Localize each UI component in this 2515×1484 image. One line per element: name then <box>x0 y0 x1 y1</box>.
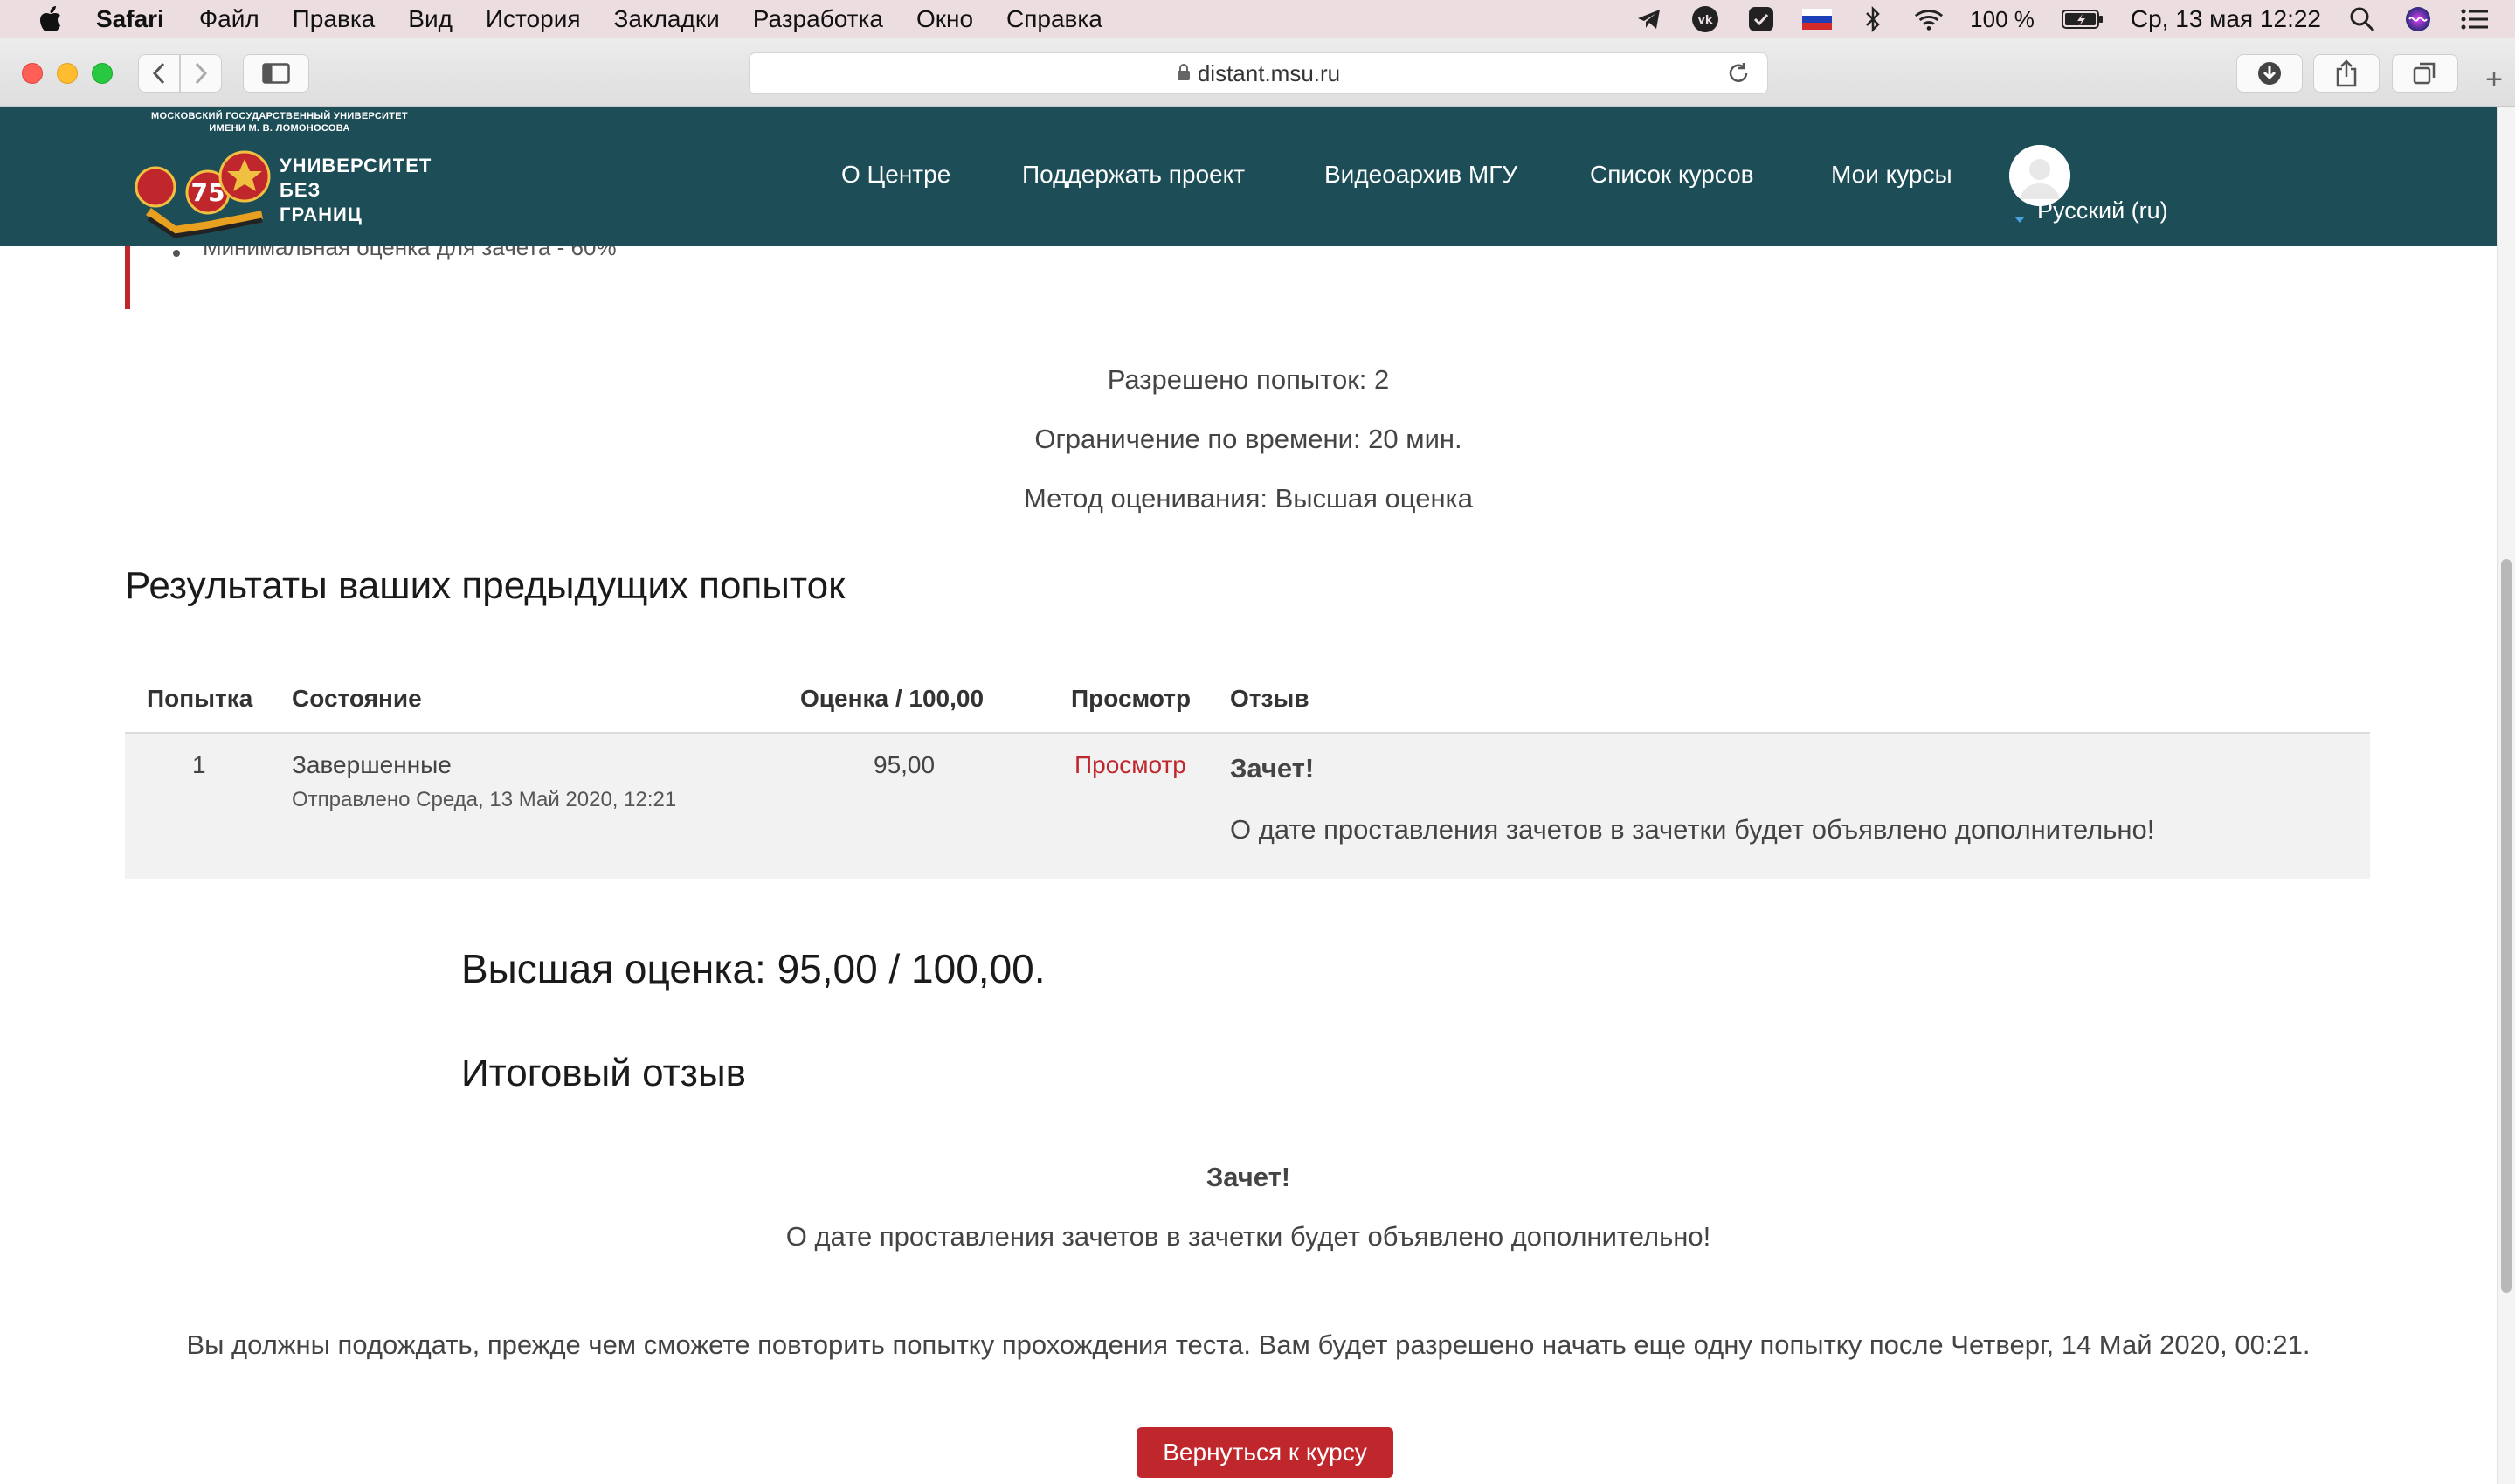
row-feedback-text: О дате проставления зачетов в зачетки бу… <box>1230 814 2155 845</box>
download-icon <box>2258 62 2281 85</box>
site-logo[interactable]: МОСКОВСКИЙ ГОСУДАРСТВЕННЫЙ УНИВЕРСИТЕТ И… <box>131 107 463 246</box>
overall-feedback-title: Зачет! <box>1206 1162 1291 1192</box>
sidebar-icon <box>262 63 290 84</box>
reload-icon[interactable] <box>1727 62 1750 91</box>
menu-develop[interactable]: Разработка <box>753 5 883 33</box>
battery-percent: 100 % <box>1970 5 2035 32</box>
language-selector[interactable]: Русский (ru) <box>2037 197 2168 224</box>
nav-video-archive[interactable]: Видеоархив МГУ <box>1324 161 1517 189</box>
page-scrollbar-thumb[interactable] <box>2501 559 2512 1293</box>
col-feedback: Отзыв <box>1230 685 1309 712</box>
back-button[interactable] <box>138 54 180 93</box>
menu-window[interactable]: Окно <box>916 5 973 33</box>
menubar-app-name[interactable]: Safari <box>96 5 164 33</box>
overall-feedback-heading: Итоговый отзыв <box>461 1052 746 1094</box>
nav-my-courses[interactable]: Мои курсы <box>1831 161 1952 189</box>
tabs-icon <box>2413 62 2436 85</box>
language-caret-icon[interactable] <box>2014 217 2025 223</box>
wait-notice: Вы должны подождать, прежде чем сможете … <box>186 1329 2311 1360</box>
col-state: Состояние <box>292 685 422 712</box>
logo-title-line-2: БЕЗ <box>280 179 321 201</box>
col-attempt: Попытка <box>147 685 253 712</box>
menu-help[interactable]: Справка <box>1006 5 1102 33</box>
share-icon <box>2336 59 2357 87</box>
wifi-icon[interactable] <box>1914 4 1944 34</box>
window-zoom-button[interactable] <box>92 63 113 84</box>
address-bar[interactable]: distant.msu.ru <box>749 52 1768 94</box>
vk-icon[interactable]: vk <box>1690 4 1720 34</box>
address-url: distant.msu.ru <box>1197 59 1341 86</box>
russian-flag-icon[interactable] <box>1802 4 1833 34</box>
attempts-allowed: Разрешено попыток: 2 <box>1107 364 1390 395</box>
info-box-accent <box>125 246 130 309</box>
nav-course-list[interactable]: Список курсов <box>1590 161 1754 189</box>
back-to-course-button[interactable]: Вернуться к курсу <box>1137 1427 1393 1478</box>
bluetooth-icon[interactable] <box>1858 4 1888 34</box>
logo-badges-icon: 75 <box>135 150 271 238</box>
logo-university-name: МОСКОВСКИЙ ГОСУДАРСТВЕННЫЙ УНИВЕРСИТЕТ И… <box>151 111 408 134</box>
svg-text:vk: vk <box>1698 14 1713 27</box>
min-grade-text: Минимальная оценка для зачета - 60% <box>203 246 617 260</box>
row-grade: 95,00 <box>874 751 936 778</box>
list-bullet <box>173 250 180 257</box>
share-button[interactable] <box>2313 54 2380 93</box>
time-limit: Ограничение по времени: 20 мин. <box>1034 424 1462 454</box>
chevron-right-icon <box>195 62 208 85</box>
nav-support-project[interactable]: Поддержать проект <box>1022 161 1245 189</box>
chevron-left-icon <box>152 62 165 85</box>
site-header: МОСКОВСКИЙ ГОСУДАРСТВЕННЫЙ УНИВЕРСИТЕТ И… <box>0 107 2497 246</box>
menubar-clock[interactable]: Ср, 13 мая 12:22 <box>2131 5 2321 33</box>
menu-history[interactable]: История <box>486 5 581 33</box>
new-tab-plus-icon[interactable]: + <box>2479 65 2509 94</box>
browser-toolbar: distant.msu.ru + <box>0 38 2515 107</box>
forward-button[interactable] <box>180 54 222 93</box>
checkmark-app-icon[interactable] <box>1746 4 1776 34</box>
grading-method: Метод оценивания: Высшая оценка <box>1023 483 1474 514</box>
window-minimize-button[interactable] <box>57 63 78 84</box>
results-heading: Результаты ваших предыдущих попыток <box>125 564 846 607</box>
menu-file[interactable]: Файл <box>199 5 259 33</box>
spotlight-search-icon[interactable] <box>2347 4 2377 34</box>
nav-about-center[interactable]: О Центре <box>841 161 950 189</box>
overall-feedback-text: О дате проставления зачетов в зачетки бу… <box>785 1221 1711 1252</box>
row-attempt-number: 1 <box>192 751 206 778</box>
row-feedback-title: Зачет! <box>1230 753 1315 783</box>
logo-title: УНИВЕРСИТЕТ БЕЗ ГРАНИЦ <box>280 154 432 227</box>
col-review: Просмотр <box>1071 685 1192 712</box>
highest-grade: Высшая оценка: 95,00 / 100,00. <box>461 946 1046 991</box>
main-content: Минимальная оценка для зачета - 60% Разр… <box>0 246 2497 1484</box>
logo-title-line-3: ГРАНИЦ <box>280 204 363 225</box>
row-state: Завершенные <box>292 751 452 778</box>
macos-menubar: Safari Файл Правка Вид История Закладки … <box>0 0 2515 38</box>
notification-center-icon[interactable] <box>2459 4 2489 34</box>
logo-title-line-1: УНИВЕРСИТЕТ <box>280 155 432 176</box>
lock-icon <box>1177 60 1191 87</box>
menu-view[interactable]: Вид <box>408 5 453 33</box>
siri-icon[interactable] <box>2403 4 2433 34</box>
downloads-button[interactable] <box>2236 54 2303 93</box>
menu-edit[interactable]: Правка <box>293 5 376 33</box>
window-close-button[interactable] <box>22 63 43 84</box>
tab-overview-button[interactable] <box>2392 54 2458 93</box>
sidebar-toggle-button[interactable] <box>243 54 309 93</box>
row-submitted: Отправлено Среда, 13 Май 2020, 12:21 <box>292 788 677 811</box>
row-review-link[interactable]: Просмотр <box>1074 751 1186 779</box>
col-grade: Оценка / 100,00 <box>800 685 985 712</box>
menu-bookmarks[interactable]: Закладки <box>614 5 720 33</box>
apple-icon[interactable] <box>35 3 66 35</box>
telegram-icon[interactable] <box>1634 4 1664 34</box>
battery-icon[interactable] <box>2061 4 2104 34</box>
